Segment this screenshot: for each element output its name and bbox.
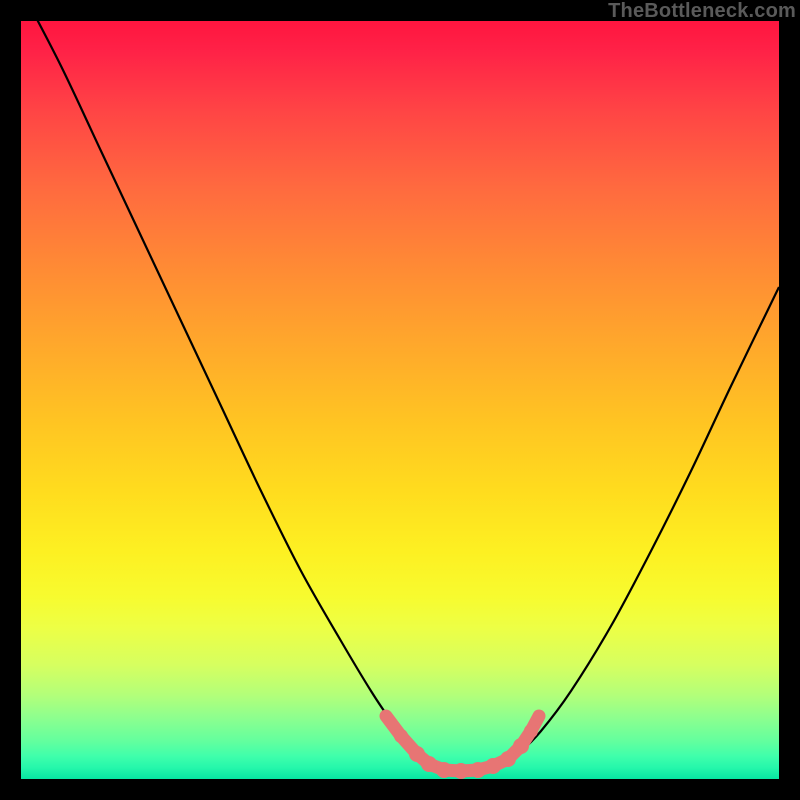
curve-marker bbox=[485, 758, 501, 774]
watermark-text: TheBottleneck.com bbox=[608, 0, 796, 23]
bottleneck-curve bbox=[21, 21, 779, 771]
curve-marker bbox=[421, 756, 437, 772]
plot-area bbox=[21, 21, 779, 779]
chart-frame: TheBottleneck.com bbox=[0, 0, 800, 800]
curve-marker bbox=[533, 710, 545, 722]
curve-marker bbox=[524, 724, 538, 738]
curve-marker bbox=[470, 762, 486, 778]
curve-marker bbox=[513, 738, 529, 754]
curve-marker bbox=[453, 763, 469, 779]
curve-marker bbox=[394, 729, 408, 743]
curve-marker bbox=[380, 710, 392, 722]
curve-marker bbox=[436, 762, 452, 778]
curve-layer bbox=[21, 21, 779, 779]
curve-marker bbox=[500, 751, 516, 767]
curve-markers bbox=[380, 710, 545, 779]
